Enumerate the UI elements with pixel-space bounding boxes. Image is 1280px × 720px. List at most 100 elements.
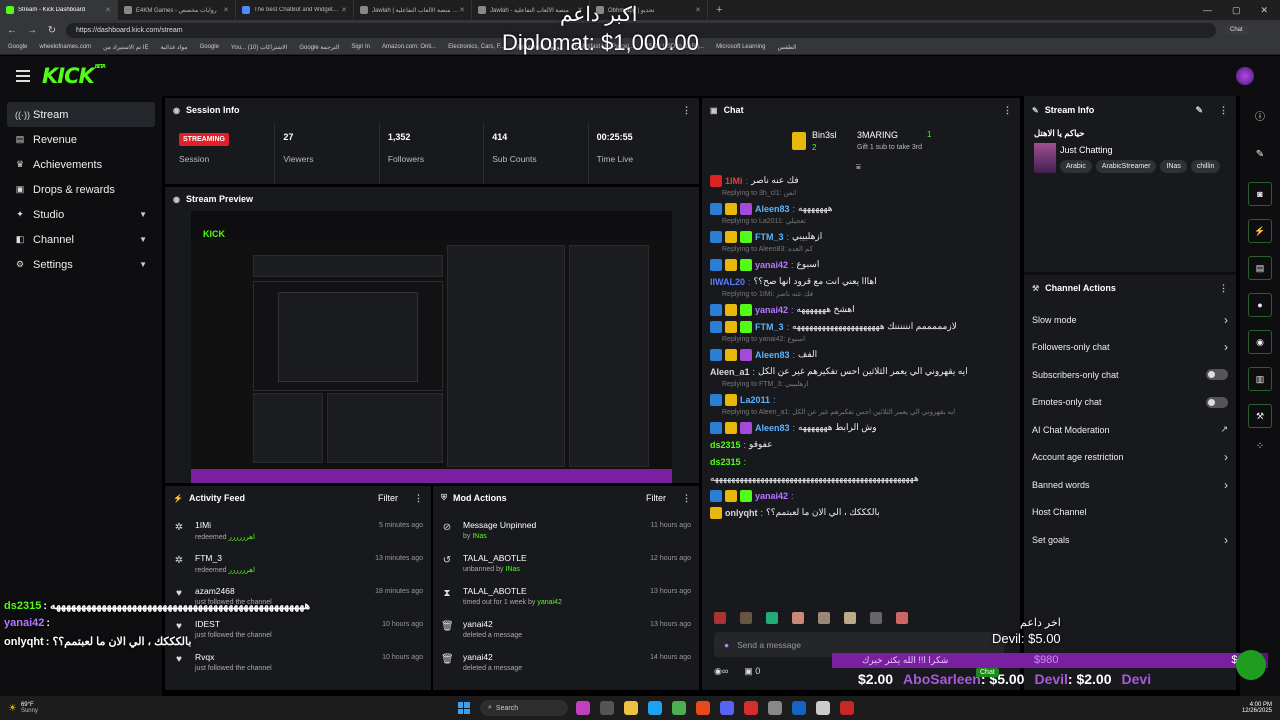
mod-target[interactable]: Message Unpinned <box>463 520 641 530</box>
weather-widget[interactable]: ☀ 69°F Sunny <box>8 702 38 714</box>
taskbar-search[interactable]: ⌕ Search <box>479 700 568 716</box>
tag-chip[interactable]: ArabicStreamer <box>1095 160 1157 173</box>
activity-user[interactable]: 1IMi <box>195 520 369 530</box>
taskbar-app-icon[interactable] <box>815 701 830 715</box>
mod-target[interactable]: TALAL_ABOTLE <box>463 553 640 563</box>
bookmark-item[interactable]: مواد غذائية <box>161 44 188 51</box>
bolt-icon[interactable]: ⚡ <box>1248 219 1272 243</box>
bookmark-item[interactable]: تم الاستيراد من IE <box>103 44 149 51</box>
mod-menu-icon[interactable]: ⋮ <box>682 493 691 504</box>
chevron-right-icon[interactable]: › <box>1224 450 1228 464</box>
pencil-icon[interactable]: ✎ <box>1240 149 1280 160</box>
reload-icon[interactable]: ↻ <box>46 25 58 36</box>
chat-username[interactable]: Aleen83 <box>755 350 790 360</box>
activity-user[interactable]: Rvqx <box>195 652 372 662</box>
chat-username[interactable]: Aleen83 <box>755 204 790 214</box>
session-menu-icon[interactable]: ⋮ <box>682 105 691 116</box>
chat-username[interactable]: FTM_3 <box>755 322 784 332</box>
chat-username[interactable]: IIWAL20 <box>710 277 745 287</box>
mod-moderator[interactable]: yanai42 <box>537 599 562 606</box>
tab-close-icon[interactable]: ✕ <box>341 6 347 14</box>
document-icon[interactable]: ▤ <box>1248 256 1272 280</box>
taskbar-app-icon[interactable] <box>671 701 686 715</box>
activity-menu-icon[interactable]: ⋮ <box>414 493 423 504</box>
mod-target[interactable]: yanai42 <box>463 619 640 629</box>
chat-username[interactable]: La2011 <box>740 395 770 405</box>
channel-action-host-channel[interactable]: Host Channel <box>1024 499 1236 527</box>
channel-action-emotes-only-chat[interactable]: Emotes-only chat <box>1024 389 1236 417</box>
avatar[interactable] <box>1236 67 1254 85</box>
emote-icon[interactable] <box>870 612 882 624</box>
external-link-icon[interactable]: ↗ <box>1220 424 1228 435</box>
close-icon[interactable]: ✕ <box>1260 5 1268 16</box>
activity-user[interactable]: FTM_3 <box>195 553 365 563</box>
sidebar-item-drops-rewards[interactable]: ▣ Drops & rewards <box>7 177 155 202</box>
taskbar-app-icon[interactable] <box>695 701 710 715</box>
tab-close-icon[interactable]: ✕ <box>459 6 465 14</box>
chevron-right-icon[interactable]: › <box>1224 533 1228 547</box>
channel-action-subscribers-only-chat[interactable]: Subscribers-only chat <box>1024 361 1236 389</box>
sidebar-item-stream[interactable]: ((·)) Stream <box>7 102 155 127</box>
browser-tab[interactable]: E4KM Games - روايات مخصص ✕ <box>118 0 236 20</box>
mod-filter-button[interactable]: Filter <box>646 493 666 503</box>
bookmark-item[interactable]: Sign In <box>351 44 370 50</box>
chevron-down-icon[interactable]: ▼ <box>139 210 147 219</box>
taskbar-app-icon[interactable] <box>575 701 590 715</box>
channel-action-account-age-restriction[interactable]: Account age restriction › <box>1024 444 1236 472</box>
emote-icon[interactable] <box>740 612 752 624</box>
minimize-icon[interactable]: — <box>1203 5 1212 16</box>
browser-tab[interactable]: The best ChatBot and Widgets fo ✕ <box>236 0 354 20</box>
emote-icon[interactable] <box>844 612 856 624</box>
bookmark-item[interactable]: wheelofnames.com <box>39 44 91 50</box>
sidebar-item-channel[interactable]: ◧ Channel ▼ <box>7 227 155 252</box>
chat-username[interactable]: yanai42 <box>755 260 788 270</box>
kick-logo[interactable]: KICKBETA <box>42 64 106 88</box>
sidebar-item-studio[interactable]: ✦ Studio ▼ <box>7 202 155 227</box>
channel-action-banned-words[interactable]: Banned words › <box>1024 471 1236 499</box>
forward-icon[interactable]: → <box>26 25 38 36</box>
channel-action-slow-mode[interactable]: Slow mode › <box>1024 306 1236 334</box>
mod-moderator[interactable]: INas <box>472 533 486 540</box>
mic-icon[interactable]: ● <box>724 640 729 650</box>
taskbar-app-icon[interactable] <box>839 701 854 715</box>
mod-target[interactable]: yanai42 <box>463 652 640 662</box>
stream-info-menu-icon[interactable]: ⋮ <box>1219 105 1228 116</box>
new-tab-button[interactable]: + <box>708 4 730 16</box>
bookmark-item[interactable]: Google <box>200 44 219 50</box>
chat-menu-icon[interactable]: ⋮ <box>1003 105 1012 116</box>
tab-close-icon[interactable]: ✕ <box>223 6 229 14</box>
bookmark-item[interactable]: Microsoft Learning <box>716 44 765 50</box>
leader2-gift[interactable]: Gift 1 sub to take 3rd <box>857 144 922 151</box>
chat-username[interactable]: onlyqht <box>725 508 758 518</box>
taskbar-app-icon[interactable] <box>599 701 614 715</box>
bookmark-item[interactable]: الطقس <box>777 44 796 51</box>
broadcast-icon[interactable]: ◉ <box>1248 330 1272 354</box>
taskbar-app-icon[interactable] <box>743 701 758 715</box>
mod-target[interactable]: TALAL_ABOTLE <box>463 586 640 596</box>
bookmark-item[interactable]: Electronics, Cars, F... <box>448 44 505 50</box>
maximize-icon[interactable]: ▢ <box>1232 5 1241 16</box>
activity-filter-button[interactable]: Filter <box>378 493 398 503</box>
chat-username[interactable]: yanai42 <box>755 305 788 315</box>
browser-tab[interactable]: Stream - Kick Dashboard ✕ <box>0 0 118 20</box>
channel-actions-menu-icon[interactable]: ⋮ <box>1219 283 1228 294</box>
chat-username[interactable]: ds2315 <box>710 440 741 450</box>
mod-moderator[interactable]: INas <box>505 566 519 573</box>
chat-username[interactable]: Aleen83 <box>755 423 790 433</box>
sidebar-item-achievements[interactable]: ♛ Achievements <box>7 152 155 177</box>
apps-icon[interactable]: ⁘ <box>1240 441 1280 452</box>
emote-icon[interactable] <box>792 612 804 624</box>
chat-username[interactable]: ds2315 <box>710 457 741 467</box>
emote-icon[interactable] <box>896 612 908 624</box>
info-icon[interactable]: ⓘ <box>1240 108 1280 123</box>
category-name[interactable]: Just Chatting <box>1060 145 1113 155</box>
taskbar-app-icon[interactable] <box>623 701 638 715</box>
chat-username[interactable]: yanai42 <box>755 491 788 501</box>
chat-username[interactable]: Aleen_a1 <box>710 367 750 377</box>
browser-tab[interactable]: Jawlah | جولة - منصة الألعاب التفاعلية✕ <box>354 0 472 20</box>
menu-icon[interactable] <box>16 70 30 82</box>
channel-action-followers-only-chat[interactable]: Followers-only chat › <box>1024 334 1236 362</box>
toggle-switch[interactable] <box>1206 369 1228 381</box>
bookmark-item[interactable]: Google الترجمة <box>299 44 339 51</box>
tab-close-icon[interactable]: ✕ <box>695 6 701 14</box>
